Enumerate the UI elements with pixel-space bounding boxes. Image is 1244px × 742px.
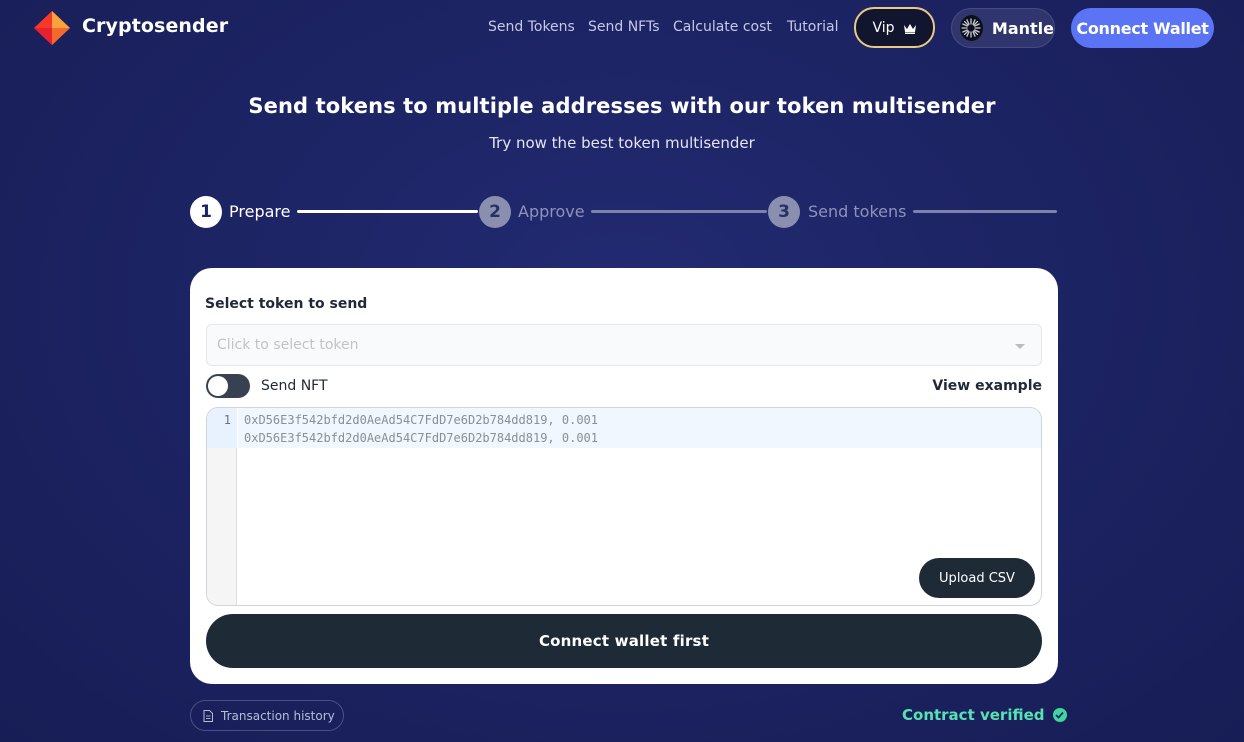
token-select-placeholder: Click to select token	[217, 337, 359, 353]
crown-icon	[903, 23, 916, 34]
editor-line[interactable]: 0xD56E3f542bfd2d0AeAd54C7FdD7e6D2b784dd8…	[244, 413, 598, 427]
network-label: Mantle	[991, 18, 1054, 38]
nav-send-nfts[interactable]: Send NFTs	[588, 19, 660, 35]
upload-csv-button[interactable]: Upload CSV	[919, 558, 1035, 598]
vip-button[interactable]: Vip	[854, 7, 935, 48]
nav-calculate-cost[interactable]: Calculate cost	[673, 19, 772, 35]
address-editor[interactable]: 1 0xD56E3f542bfd2d0AeAd54C7FdD7e6D2b784d…	[206, 407, 1042, 606]
send-nft-label: Send NFT	[261, 378, 328, 394]
step-3-label: Send tokens	[808, 202, 907, 221]
step-2-label: Approve	[518, 202, 585, 221]
toggle-knob	[208, 376, 228, 396]
step-2-connector	[591, 210, 767, 213]
step-3-number: 3	[768, 196, 800, 228]
vip-label: Vip	[872, 19, 895, 36]
contract-verified-badge: Contract verified	[902, 706, 1067, 724]
transaction-history-button[interactable]: Transaction history	[190, 700, 344, 731]
step-1-label: Prepare	[229, 202, 291, 221]
multisender-form-card: Select token to send Click to select tok…	[190, 268, 1058, 684]
line-number: 1	[223, 413, 231, 427]
step-1-number: 1	[190, 196, 222, 228]
brand-name[interactable]: Cryptosender	[82, 15, 228, 37]
step-2-number: 2	[479, 196, 511, 228]
page-subtitle: Try now the best token multisender	[489, 134, 755, 152]
step-1-connector	[297, 210, 478, 213]
send-nft-toggle[interactable]	[206, 374, 250, 398]
step-3-connector	[913, 210, 1057, 213]
transaction-history-label: Transaction history	[221, 708, 335, 723]
connect-wallet-first-button[interactable]: Connect wallet first	[206, 614, 1042, 668]
check-circle-icon	[1052, 708, 1067, 722]
mantle-logo-icon	[960, 15, 983, 41]
select-token-label: Select token to send	[205, 296, 368, 312]
editor-line[interactable]: 0xD56E3f542bfd2d0AeAd54C7FdD7e6D2b784dd8…	[244, 431, 598, 445]
view-example-link[interactable]: View example	[932, 378, 1042, 394]
document-icon	[203, 709, 213, 722]
nav-tutorial[interactable]: Tutorial	[787, 19, 838, 35]
contract-verified-label: Contract verified	[902, 706, 1045, 724]
connect-wallet-button[interactable]: Connect Wallet	[1071, 8, 1214, 48]
cryptosender-logo-icon[interactable]	[34, 11, 70, 45]
page-title: Send tokens to multiple addresses with o…	[248, 94, 996, 118]
network-selector[interactable]: Mantle	[951, 8, 1055, 48]
nav-send-tokens[interactable]: Send Tokens	[488, 19, 575, 35]
token-select[interactable]: Click to select token	[206, 324, 1042, 366]
chevron-down-icon	[1015, 344, 1025, 349]
top-navbar: Cryptosender Send Tokens Send NFTs Calcu…	[0, 0, 1244, 56]
